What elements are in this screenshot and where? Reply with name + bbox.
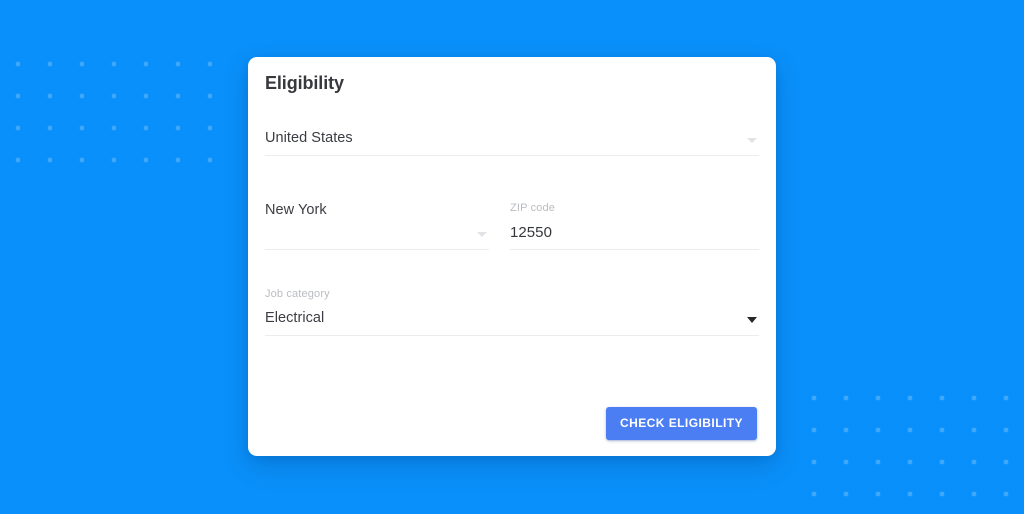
state-select[interactable]: New York xyxy=(265,201,489,250)
job-category-row: Job category Electrical xyxy=(265,287,759,336)
zip-code-label: ZIP code xyxy=(510,202,556,214)
chevron-down-icon xyxy=(747,138,757,143)
country-select[interactable]: United States xyxy=(265,129,759,156)
job-category-label: Job category xyxy=(265,288,330,300)
eligibility-form: United States New York ZIP code 12550 Jo… xyxy=(265,129,759,336)
country-select-value: United States xyxy=(265,130,353,146)
check-eligibility-button[interactable]: CHECK ELIGIBILITY xyxy=(606,407,757,440)
page-title: Eligibility xyxy=(265,73,344,93)
state-select-value: New York xyxy=(265,202,327,218)
card-footer: CHECK ELIGIBILITY xyxy=(606,407,757,440)
country-row: United States xyxy=(265,129,759,156)
eligibility-card: Eligibility United States New York ZIP c… xyxy=(248,57,776,456)
job-category-select[interactable]: Job category Electrical xyxy=(265,287,759,336)
state-zip-row: New York ZIP code 12550 xyxy=(265,201,759,250)
job-category-value: Electrical xyxy=(265,310,325,326)
chevron-down-icon xyxy=(747,317,757,323)
chevron-down-icon xyxy=(477,232,487,237)
zip-code-value: 12550 xyxy=(510,224,552,241)
zip-code-input[interactable]: ZIP code 12550 xyxy=(510,201,759,250)
